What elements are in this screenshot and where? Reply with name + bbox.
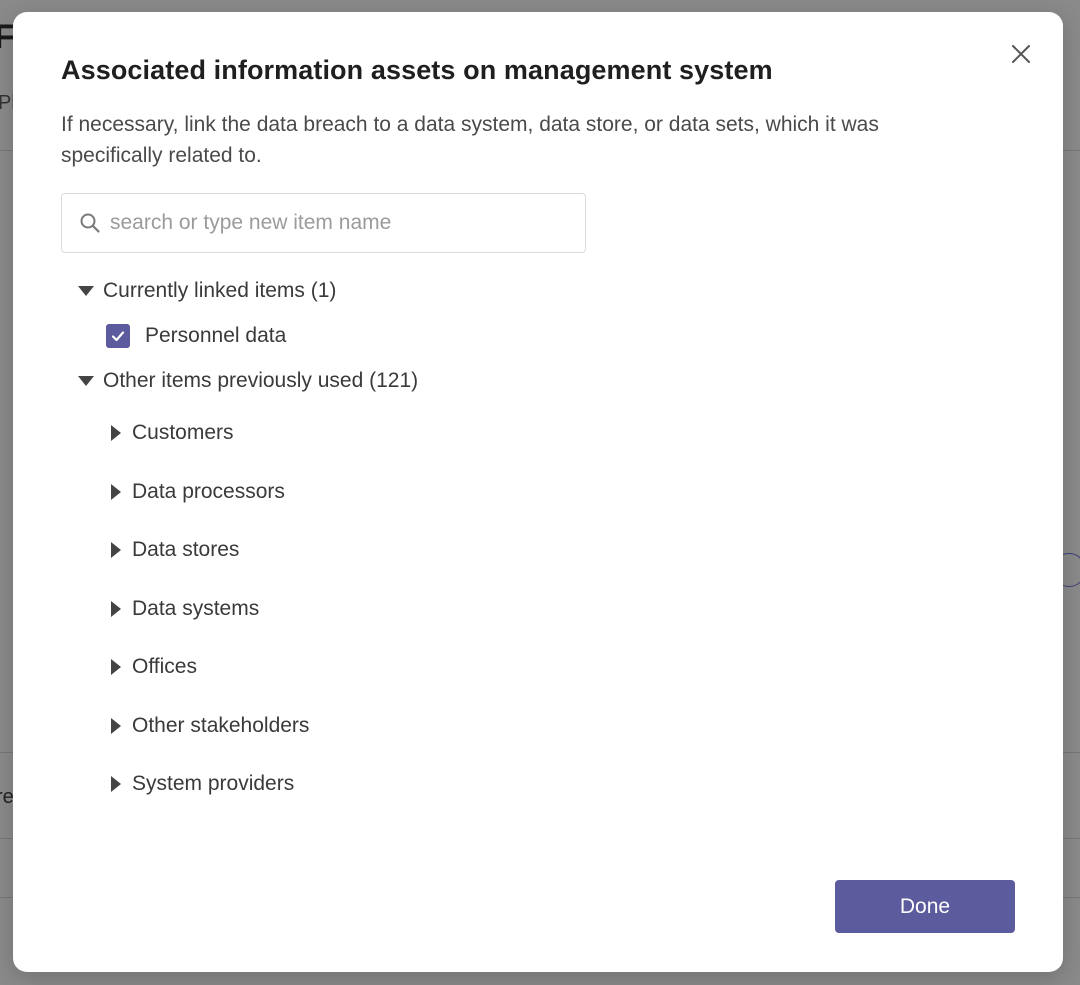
category-customers[interactable]: Customers (111, 421, 234, 445)
caret-right-icon (111, 718, 121, 734)
category-offices[interactable]: Offices (111, 655, 197, 679)
caret-right-icon (111, 542, 121, 558)
caret-right-icon (111, 484, 121, 500)
search-field[interactable] (61, 193, 586, 253)
category-label: Data processors (132, 480, 285, 503)
category-data-systems[interactable]: Data systems (111, 597, 259, 621)
caret-right-icon (111, 425, 121, 441)
category-label: Offices (132, 655, 197, 678)
caret-right-icon (111, 659, 121, 675)
dialog-description: If necessary, link the data breach to a … (61, 113, 879, 167)
category-label: Other stakeholders (132, 714, 310, 737)
done-button[interactable]: Done (835, 880, 1015, 933)
category-label: System providers (132, 772, 295, 795)
linked-item-personnel-data[interactable]: Personnel data (106, 324, 286, 348)
close-icon[interactable] (1007, 40, 1035, 68)
checkmark-icon (111, 331, 125, 342)
category-data-stores[interactable]: Data stores (111, 538, 239, 562)
caret-right-icon (111, 776, 121, 792)
other-items-group-toggle[interactable]: Other items previously used (121) (78, 369, 418, 393)
search-icon (79, 212, 101, 234)
dialog-title: Associated information assets on managem… (61, 55, 773, 85)
linked-items-group-toggle[interactable]: Currently linked items (1) (78, 279, 336, 303)
caret-down-icon (78, 286, 94, 296)
category-data-processors[interactable]: Data processors (111, 480, 285, 504)
background-row-text: re (0, 786, 14, 808)
other-items-group-label: Other items previously used (121) (103, 369, 419, 392)
associated-assets-dialog: Associated information assets on managem… (13, 12, 1063, 972)
linked-items-group-label: Currently linked items (1) (103, 279, 337, 302)
category-system-providers[interactable]: System providers (111, 772, 294, 796)
caret-down-icon (78, 376, 94, 386)
linked-item-label: Personnel data (145, 324, 287, 347)
checkbox-checked[interactable] (106, 324, 130, 348)
category-label: Data stores (132, 538, 240, 561)
search-input[interactable] (110, 194, 585, 252)
category-label: Data systems (132, 597, 260, 620)
caret-right-icon (111, 601, 121, 617)
category-label: Customers (132, 421, 234, 444)
category-other-stakeholders[interactable]: Other stakeholders (111, 714, 309, 738)
